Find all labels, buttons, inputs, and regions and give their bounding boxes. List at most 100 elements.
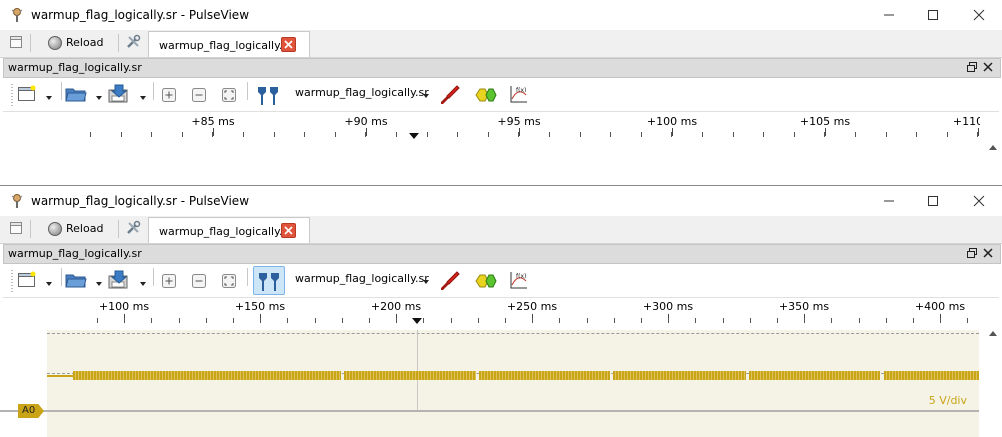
settings-tools-icon[interactable]: [125, 34, 141, 50]
probe-config-button[interactable]: [437, 268, 463, 293]
close-window-button[interactable]: [956, 186, 1002, 216]
main-toolbar: warmup_flag_logically.sr f(x): [3, 264, 999, 298]
close-icon: [973, 9, 985, 21]
cursor-marker-icon[interactable]: [409, 133, 419, 139]
zoom-fit-button[interactable]: [219, 268, 239, 293]
add-decoder-icon: [475, 88, 497, 102]
time-ruler[interactable]: +100 ms +150 ms +200 ms +250 ms +300 ms +350 …: [0, 298, 979, 328]
reload-button[interactable]: Reload: [44, 216, 112, 242]
ruler-tick-label: +300 ms: [642, 300, 694, 313]
new-session-icon[interactable]: [8, 34, 24, 50]
ruler-minor-tick: [532, 318, 533, 323]
device-selector[interactable]: warmup_flag_logically.sr: [295, 86, 429, 99]
open-button[interactable]: [65, 82, 105, 107]
float-dock-icon[interactable]: [966, 247, 978, 259]
ruler-minor-tick: [365, 132, 366, 137]
close-tab-button[interactable]: [281, 37, 296, 52]
a0-trace-segment: [344, 371, 476, 380]
maximize-button[interactable]: [910, 186, 956, 216]
zoom-in-button[interactable]: [159, 268, 179, 293]
ruler-major-tick: [519, 128, 520, 136]
close-icon: [284, 40, 293, 49]
separator: [247, 268, 248, 286]
zoom-in-icon: [162, 88, 176, 102]
ruler-minor-tick: [763, 132, 764, 137]
float-dock-icon[interactable]: [966, 61, 978, 73]
time-ruler[interactable]: +85 ms +90 ms +95 ms +100 ms +105 ms +110 ms: [0, 112, 1002, 152]
scroll-up-icon[interactable]: [989, 331, 997, 336]
ruler-tick-label: +200 ms: [370, 300, 422, 313]
open-button[interactable]: [65, 268, 105, 293]
ruler-minor-tick: [423, 318, 424, 323]
minimize-icon: [884, 200, 894, 202]
chevron-down-icon: [140, 96, 146, 100]
ruler-minor-tick: [913, 318, 914, 323]
settings-tools-icon[interactable]: [125, 220, 141, 236]
vertical-scrollbar[interactable]: [980, 112, 1002, 185]
probe-config-icon: [441, 85, 460, 104]
add-math-signal-button[interactable]: f(x): [506, 268, 532, 293]
toolbar-gripper[interactable]: [11, 270, 13, 292]
zoom-out-button[interactable]: [189, 82, 209, 107]
ruler-minor-tick: [182, 132, 183, 137]
zoom-in-button[interactable]: [159, 82, 179, 107]
pulseview-window-2: warmup_flag_logically.sr - PulseView Rel…: [0, 186, 1002, 437]
session-tab[interactable]: warmup_flag_logically.sr: [148, 31, 310, 57]
scroll-up-icon[interactable]: [989, 145, 997, 150]
ruler-minor-tick: [977, 132, 978, 137]
ruler-tick-label: +100 ms: [646, 115, 698, 128]
zoom-out-button[interactable]: [189, 268, 209, 293]
add-decoder-button[interactable]: [473, 268, 499, 293]
chevron-down-icon[interactable]: [423, 280, 429, 284]
ruler-minor-tick: [274, 132, 275, 137]
show-cursors-button[interactable]: [253, 266, 285, 295]
close-icon: [973, 195, 985, 207]
ruler-minor-tick: [369, 318, 370, 323]
ruler-minor-tick: [151, 132, 152, 137]
ruler-minor-tick: [457, 132, 458, 137]
chevron-down-icon: [140, 282, 146, 286]
cursor-marker-icon[interactable]: [412, 318, 422, 324]
zoom-fit-button[interactable]: [219, 82, 239, 107]
separator: [30, 220, 31, 238]
new-view-button[interactable]: [17, 268, 57, 293]
add-math-signal-button[interactable]: f(x): [506, 82, 532, 107]
ruler-minor-tick: [478, 318, 479, 323]
chevron-down-icon[interactable]: [423, 94, 429, 98]
channel-label-a0[interactable]: A0: [18, 404, 44, 418]
show-cursors-button[interactable]: [253, 82, 283, 107]
save-button[interactable]: [107, 82, 149, 107]
ruler-minor-tick: [940, 318, 941, 323]
close-window-button[interactable]: [956, 0, 1002, 30]
separator: [118, 34, 119, 52]
new-session-icon: [18, 271, 36, 287]
reload-button[interactable]: Reload: [44, 30, 112, 56]
ruler-minor-tick: [287, 318, 288, 323]
ruler-minor-tick: [641, 318, 642, 323]
close-tab-button[interactable]: [281, 223, 296, 238]
ruler-minor-tick: [97, 318, 98, 323]
toolbar-gripper[interactable]: [11, 84, 13, 106]
new-view-button[interactable]: [17, 82, 57, 107]
signal-trace-area[interactable]: [47, 330, 979, 437]
svg-text:f(x): f(x): [516, 273, 526, 280]
session-tab[interactable]: warmup_flag_logically.sr: [148, 217, 310, 243]
cursor-line[interactable]: [417, 330, 418, 410]
ruler-minor-tick: [121, 132, 122, 137]
probe-config-button[interactable]: [437, 82, 463, 107]
maximize-button[interactable]: [910, 0, 956, 30]
close-dock-icon[interactable]: [982, 247, 994, 259]
device-selector[interactable]: warmup_flag_logically.sr: [295, 272, 429, 285]
save-button[interactable]: [107, 268, 149, 293]
ruler-minor-tick: [90, 132, 91, 137]
ruler-minor-tick: [886, 318, 887, 323]
add-decoder-button[interactable]: [473, 82, 499, 107]
minimize-button[interactable]: [866, 0, 912, 30]
close-dock-icon[interactable]: [982, 61, 994, 73]
new-session-icon[interactable]: [8, 220, 24, 236]
zoom-fit-icon: [222, 274, 236, 288]
ruler-minor-tick: [967, 318, 968, 323]
add-decoder-icon: [475, 274, 497, 288]
minimize-button[interactable]: [866, 186, 912, 216]
vertical-scrollbar[interactable]: [980, 298, 1002, 437]
